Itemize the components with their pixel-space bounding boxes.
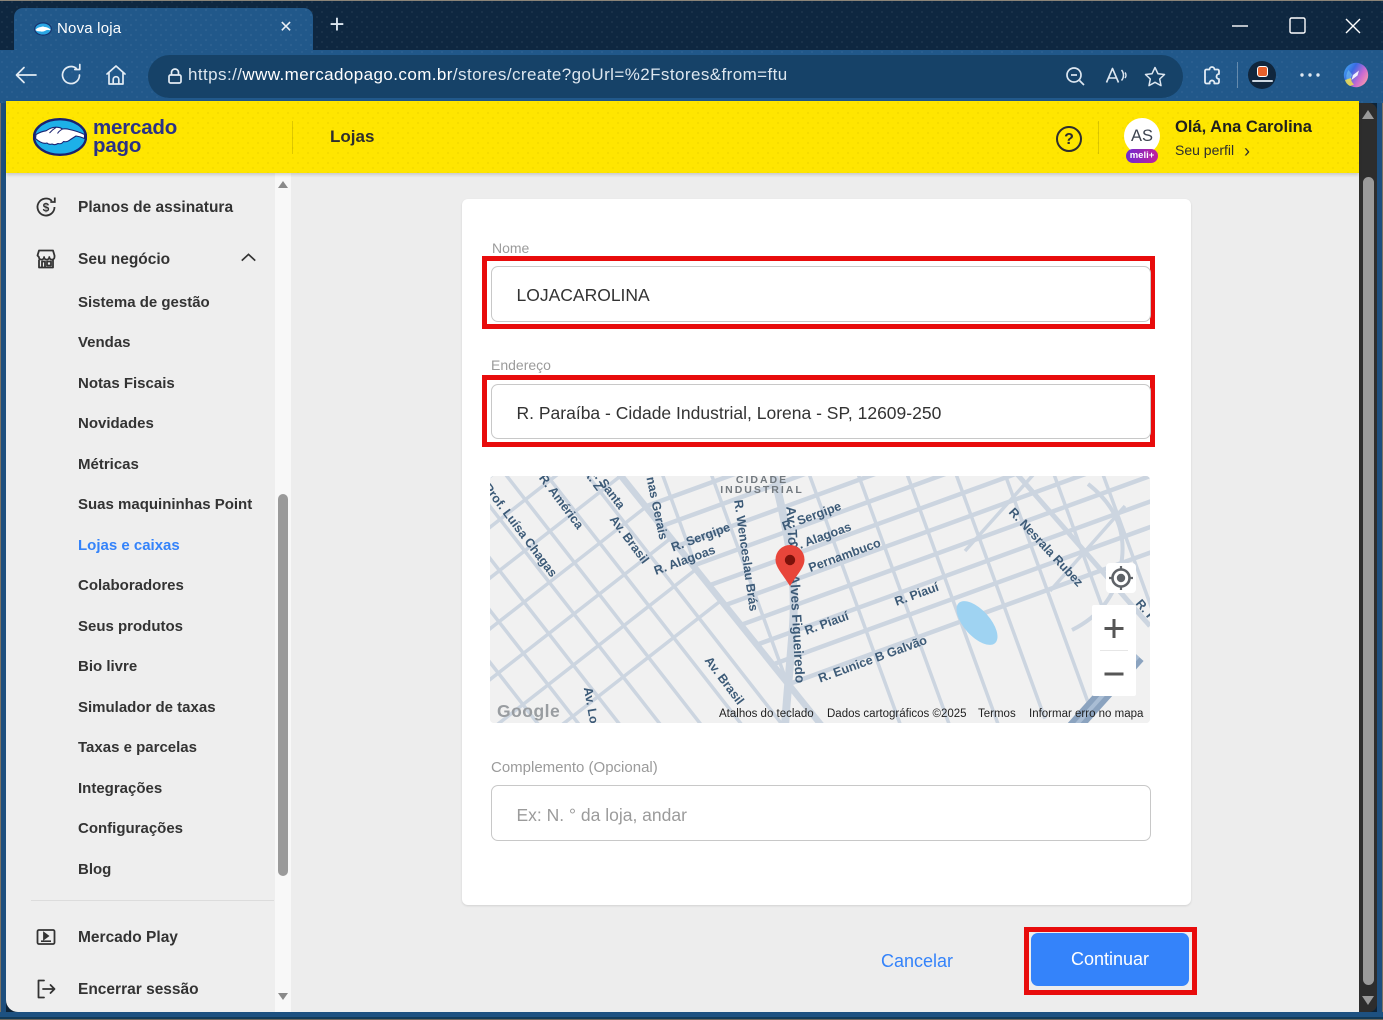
svg-text:Termos: Termos [978,708,1016,720]
svg-text:INDUSTRIAL: INDUSTRIAL [720,484,804,496]
svg-text:Atalhos do teclado: Atalhos do teclado [719,708,814,720]
svg-text:Informar erro no mapa: Informar erro no mapa [1029,708,1144,720]
svg-text:Google: Google [497,701,560,721]
svg-text:$: $ [43,201,50,215]
svg-text:Dados cartográficos ©2025: Dados cartográficos ©2025 [827,708,967,720]
